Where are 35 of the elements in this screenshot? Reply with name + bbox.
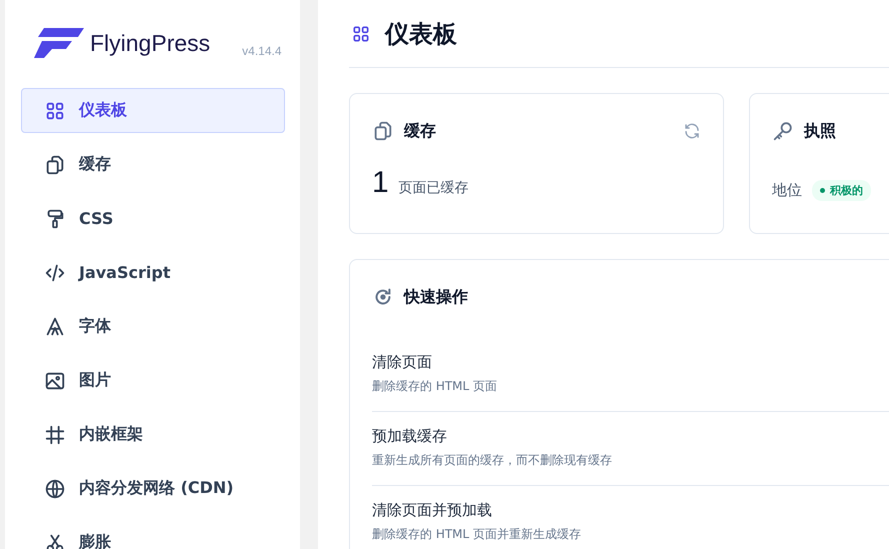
refresh-icon[interactable] bbox=[683, 122, 701, 140]
card-title: 执照 bbox=[804, 120, 836, 142]
status-badge: 积极的 bbox=[812, 180, 871, 201]
page-title: 仪表板 bbox=[385, 18, 457, 50]
version-label: v4.14.4 bbox=[242, 44, 282, 58]
action-description: 重新生成所有页面的缓存，而不删除现有缓存 bbox=[372, 452, 613, 469]
code-icon bbox=[44, 262, 66, 284]
brand-name: FlyingPress bbox=[90, 30, 210, 56]
hash-icon bbox=[44, 424, 66, 446]
action-title[interactable]: 预加载缓存 bbox=[372, 427, 889, 446]
card-title: 快速操作 bbox=[404, 286, 468, 308]
globe-icon bbox=[44, 478, 66, 500]
font-icon bbox=[44, 316, 66, 338]
sidebar-item[interactable]: JavaScript bbox=[21, 250, 285, 295]
sidebar-item[interactable]: 缓存 bbox=[21, 142, 285, 187]
action-title[interactable]: 清除页面并预加载 bbox=[372, 501, 889, 520]
cached-count-label: 页面已缓存 bbox=[398, 179, 469, 197]
copy-icon bbox=[372, 120, 394, 142]
action-description: 删除缓存的 HTML 页面并重新生成缓存 bbox=[372, 526, 582, 543]
grid-icon bbox=[351, 24, 371, 44]
sidebar-item[interactable]: 内嵌框架 bbox=[21, 412, 285, 457]
copy-icon bbox=[44, 154, 66, 176]
logo-icon bbox=[34, 28, 84, 58]
card-title: 缓存 bbox=[404, 120, 436, 142]
status-label: 地位 bbox=[772, 181, 802, 200]
sidebar-item[interactable]: 内容分发网络 (CDN) bbox=[21, 466, 285, 511]
action-description: 删除缓存的 HTML 页面 bbox=[372, 378, 498, 395]
sidebar-item[interactable]: 图片 bbox=[21, 358, 285, 403]
scissors-icon bbox=[44, 532, 66, 549]
cached-count: 1 bbox=[372, 166, 389, 200]
sidebar-item[interactable]: CSS bbox=[21, 196, 285, 241]
key-icon bbox=[772, 120, 794, 142]
sidebar-item[interactable]: 字体 bbox=[21, 304, 285, 349]
sidebar-item[interactable]: 仪表板 bbox=[21, 88, 285, 133]
action-title[interactable]: 清除页面 bbox=[372, 353, 889, 372]
